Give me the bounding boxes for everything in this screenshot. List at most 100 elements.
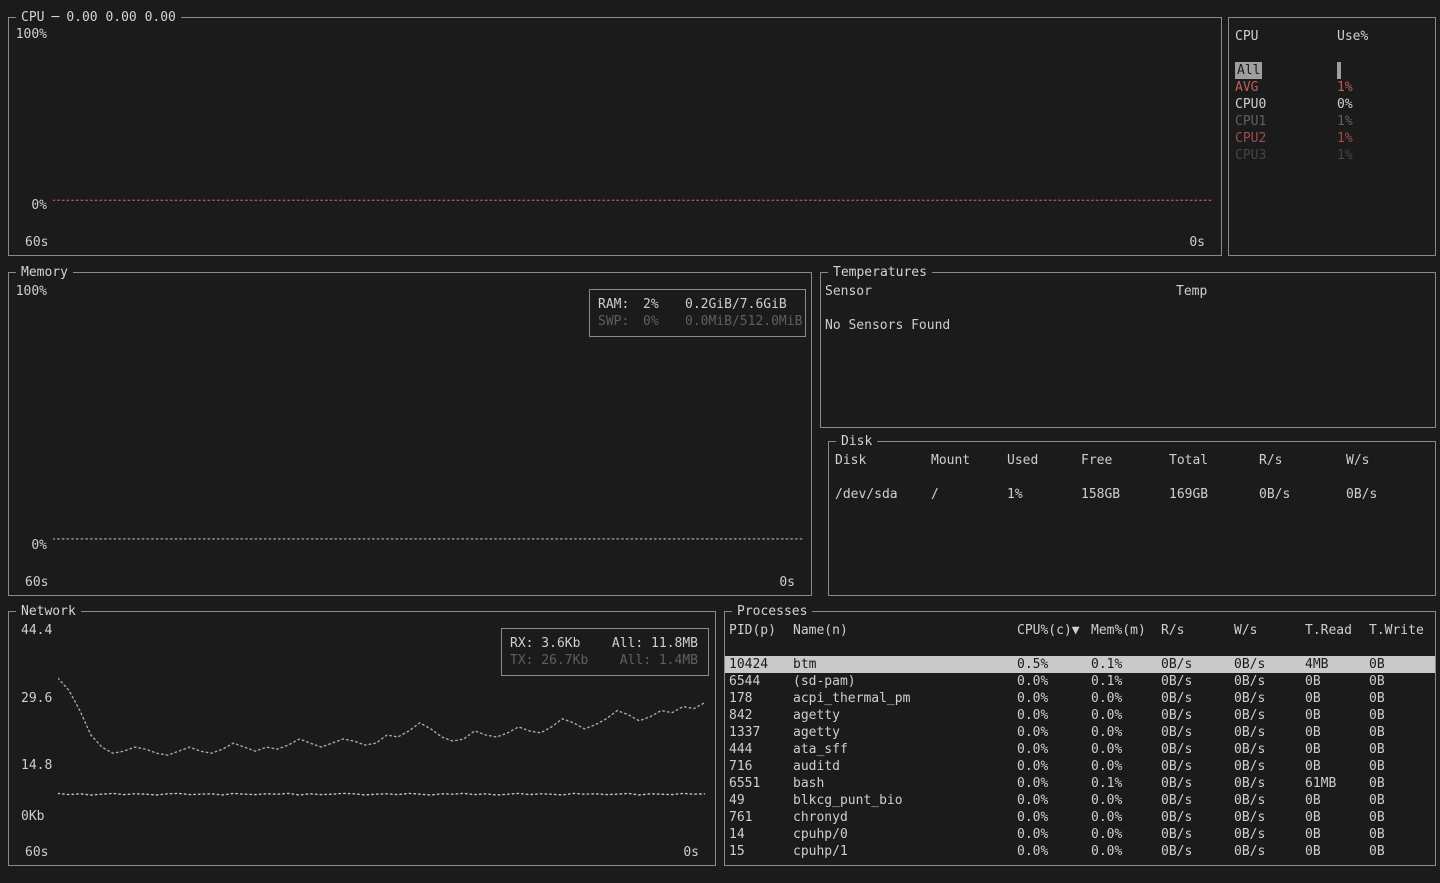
cpu-legend-panel: CPU Use% AllAVG1%CPU00%CPU11%CPU21%CPU31… xyxy=(1228,17,1436,256)
process-cell-rs: 0B/s xyxy=(1161,758,1234,775)
process-row[interactable]: 14cpuhp/00.0%0.0%0B/s0B/s0B0B xyxy=(725,826,1435,843)
process-cell-rs: 0B/s xyxy=(1161,707,1234,724)
process-cell-mem: 0.1% xyxy=(1091,775,1161,792)
rx-total: All: 11.8MB xyxy=(612,635,698,652)
disk-cell-mount: / xyxy=(931,486,1007,503)
process-cell-name: agetty xyxy=(793,707,1017,724)
disk-col-ws: W/s xyxy=(1346,452,1435,469)
cpu-legend-row-value: 1% xyxy=(1337,130,1353,147)
cpu-x-axis: 60s 0s xyxy=(25,236,1205,249)
processes-panel: Processes PID(p) Name(n) CPU%(c)▼ Mem%(m… xyxy=(724,611,1436,866)
ram-percent: 2% xyxy=(643,296,685,313)
process-row[interactable]: 761chronyd0.0%0.0%0B/s0B/s0B0B xyxy=(725,809,1435,826)
process-col-name[interactable]: Name(n) xyxy=(793,622,1017,639)
cpu-legend-col-use: Use% xyxy=(1337,28,1435,45)
process-cell-name: bash xyxy=(793,775,1017,792)
cpu-legend-row-value: 1% xyxy=(1337,113,1353,130)
process-cell-tread: 4MB xyxy=(1305,656,1369,673)
process-cell-pid: 10424 xyxy=(729,656,793,673)
network-y-tick-3: 0Kb xyxy=(21,810,44,823)
process-col-ws[interactable]: W/s xyxy=(1234,622,1305,639)
process-col-mem[interactable]: Mem%(m) xyxy=(1091,622,1161,639)
process-cell-ws: 0B/s xyxy=(1234,792,1305,809)
temperatures-title-text: Temperatures xyxy=(833,265,927,280)
process-cell-twrite: 0B xyxy=(1369,792,1435,809)
process-col-rs[interactable]: R/s xyxy=(1161,622,1234,639)
memory-x-left-label: 60s xyxy=(25,576,48,589)
process-cell-mem: 0.0% xyxy=(1091,826,1161,843)
process-cell-pid: 6551 xyxy=(729,775,793,792)
cpu-legend-row-cpu1[interactable]: CPU11% xyxy=(1229,113,1435,130)
cpu-legend-row-value xyxy=(1337,62,1341,79)
disk-cell-free: 158GB xyxy=(1081,486,1169,503)
process-cell-rs: 0B/s xyxy=(1161,656,1234,673)
process-row[interactable]: 1337agetty0.0%0.0%0B/s0B/s0B0B xyxy=(725,724,1435,741)
cpu-legend-row-cpu0[interactable]: CPU00% xyxy=(1229,96,1435,113)
process-col-tread[interactable]: T.Read xyxy=(1305,622,1369,639)
cpu-legend-row-value: 0% xyxy=(1337,96,1353,113)
process-row[interactable]: 716auditd0.0%0.0%0B/s0B/s0B0B xyxy=(725,758,1435,775)
process-col-pid[interactable]: PID(p) xyxy=(729,622,793,639)
process-cell-rs: 0B/s xyxy=(1161,690,1234,707)
disk-col-rs: R/s xyxy=(1259,452,1346,469)
temperatures-col-sensor: Sensor xyxy=(825,283,1176,300)
disk-row[interactable]: /dev/sda / 1% 158GB 169GB 0B/s 0B/s xyxy=(829,486,1435,503)
process-cell-mem: 0.1% xyxy=(1091,656,1161,673)
network-panel: Network 44.4 29.6 14.8 0Kb RX: 3.6Kb All… xyxy=(8,611,716,866)
cpu-legend-row-avg[interactable]: AVG1% xyxy=(1229,79,1435,96)
cpu-legend-row-cpu2[interactable]: CPU21% xyxy=(1229,130,1435,147)
process-cell-tread: 0B xyxy=(1305,724,1369,741)
cpu-legend-row-cpu3[interactable]: CPU31% xyxy=(1229,147,1435,164)
process-cell-mem: 0.0% xyxy=(1091,724,1161,741)
cpu-panel-title: CPU─0.00 0.00 0.00 xyxy=(16,10,181,25)
process-row[interactable]: 6544(sd-pam)0.0%0.1%0B/s0B/s0B0B xyxy=(725,673,1435,690)
cpu-legend-row-value: 1% xyxy=(1337,147,1353,164)
process-cell-name: cpuhp/0 xyxy=(793,826,1017,843)
process-row[interactable]: 178acpi_thermal_pm0.0%0.0%0B/s0B/s0B0B xyxy=(725,690,1435,707)
disk-col-mount: Mount xyxy=(931,452,1007,469)
cpu-x-right-label: 0s xyxy=(1189,236,1205,249)
processes-panel-title: Processes xyxy=(732,604,812,619)
cpu-panel: CPU─0.00 0.00 0.00 100% 0% 60s 0s xyxy=(8,17,1222,256)
process-cell-ws: 0B/s xyxy=(1234,843,1305,860)
process-cell-twrite: 0B xyxy=(1369,843,1435,860)
cpu-y-max-label: 100% xyxy=(13,28,47,41)
process-row[interactable]: 444ata_sff0.0%0.0%0B/s0B/s0B0B xyxy=(725,741,1435,758)
process-cell-ws: 0B/s xyxy=(1234,707,1305,724)
cpu-legend-row-all[interactable]: All xyxy=(1229,62,1435,79)
process-row[interactable]: 49blkcg_punt_bio0.0%0.0%0B/s0B/s0B0B xyxy=(725,792,1435,809)
process-row[interactable]: 15cpuhp/10.0%0.0%0B/s0B/s0B0B xyxy=(725,843,1435,860)
process-row[interactable]: 6551bash0.0%0.1%0B/s0B/s61MB0B xyxy=(725,775,1435,792)
network-x-axis: 60s 0s xyxy=(25,846,699,859)
process-row[interactable]: 10424btm0.5%0.1%0B/s0B/s4MB0B xyxy=(725,656,1435,673)
temperatures-panel-title: Temperatures xyxy=(828,265,932,280)
tx-total: All: 1.4MB xyxy=(620,652,698,669)
disk-cell-rs: 0B/s xyxy=(1259,486,1346,503)
tx-rate: TX: 26.7Kb xyxy=(510,652,588,669)
process-cell-cpu: 0.5% xyxy=(1017,656,1091,673)
process-cell-rs: 0B/s xyxy=(1161,775,1234,792)
process-cell-cpu: 0.0% xyxy=(1017,809,1091,826)
process-cell-cpu: 0.0% xyxy=(1017,792,1091,809)
process-cell-pid: 842 xyxy=(729,707,793,724)
memory-x-right-label: 0s xyxy=(779,576,795,589)
cpu-usage-chart xyxy=(53,34,1213,204)
swap-percent: 0% xyxy=(643,313,685,330)
disk-cell-ws: 0B/s xyxy=(1346,486,1435,503)
process-cell-tread: 0B xyxy=(1305,826,1369,843)
process-cell-pid: 6544 xyxy=(729,673,793,690)
process-row[interactable]: 842agetty0.0%0.0%0B/s0B/s0B0B xyxy=(725,707,1435,724)
process-cell-rs: 0B/s xyxy=(1161,792,1234,809)
process-cell-pid: 15 xyxy=(729,843,793,860)
process-col-twrite[interactable]: T.Write xyxy=(1369,622,1435,639)
process-cell-cpu: 0.0% xyxy=(1017,673,1091,690)
network-title-text: Network xyxy=(21,604,76,619)
process-cell-cpu: 0.0% xyxy=(1017,707,1091,724)
process-col-cpu[interactable]: CPU%(c)▼ xyxy=(1017,622,1091,639)
cpu-chart-canvas xyxy=(53,34,1213,204)
rx-rate: RX: 3.6Kb xyxy=(510,635,580,652)
network-y-tick-1: 29.6 xyxy=(21,692,52,705)
process-cell-mem: 0.0% xyxy=(1091,843,1161,860)
process-cell-name: agetty xyxy=(793,724,1017,741)
process-cell-cpu: 0.0% xyxy=(1017,741,1091,758)
